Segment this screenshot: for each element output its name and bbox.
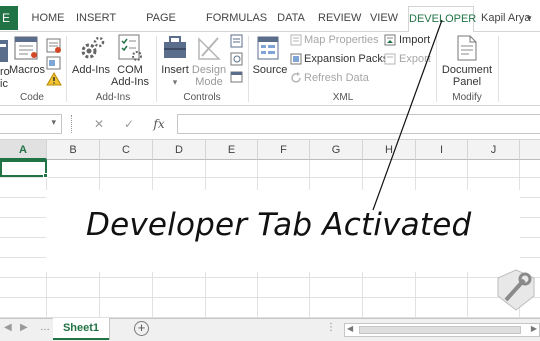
scroll-right-icon[interactable]: ▶ — [531, 324, 537, 333]
wrench-logo-icon — [497, 269, 535, 311]
sheet-nav-prev-icon[interactable]: ◀ — [4, 322, 12, 333]
horizontal-scrollbar[interactable]: ◀ ▶ — [344, 323, 540, 337]
sheet-tab-split-icon[interactable]: ⋮ — [326, 322, 336, 333]
horizontal-scroll-thumb[interactable] — [359, 326, 521, 334]
sheet-tab-bar: ◀ ▶ … Sheet1 + ⋮ ◀ ▶ — [0, 318, 540, 341]
sheet-tab-sheet1[interactable]: Sheet1 — [53, 318, 109, 340]
sheet-nav-more-icon[interactable]: … — [40, 322, 50, 333]
sheet-nav-next-icon[interactable]: ▶ — [20, 322, 28, 333]
scroll-left-icon[interactable]: ◀ — [347, 324, 353, 333]
pointer-line — [372, 19, 443, 211]
new-sheet-button[interactable]: + — [134, 321, 149, 336]
